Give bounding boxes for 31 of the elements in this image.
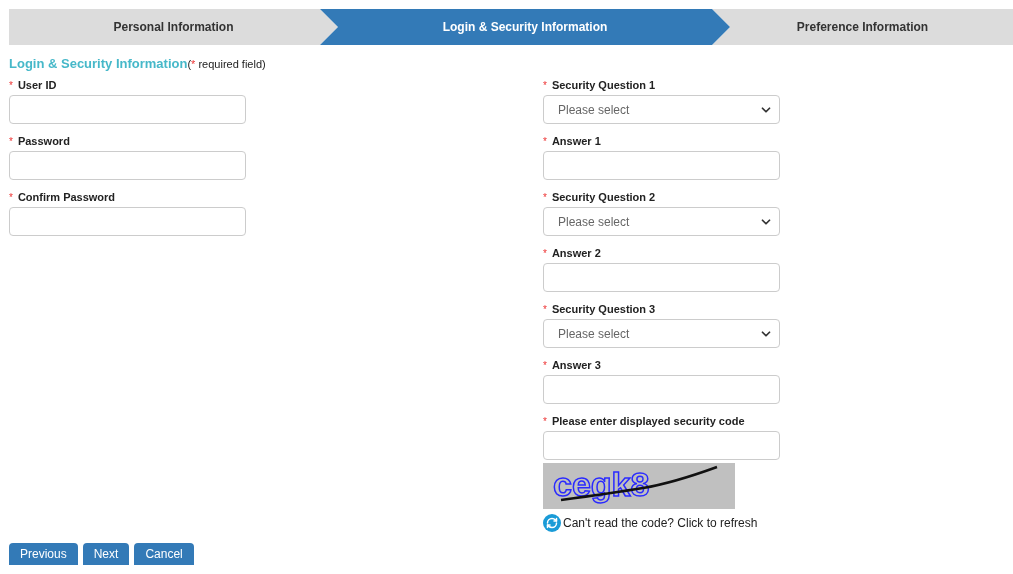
- input-field[interactable]: [9, 151, 246, 180]
- step-tab[interactable]: Preference Information: [712, 9, 1013, 45]
- field-label: * Answer 1: [543, 134, 602, 149]
- input-field[interactable]: [543, 375, 780, 404]
- input-field[interactable]: [9, 207, 246, 236]
- captcha-image: cegk8: [543, 463, 735, 509]
- input-field[interactable]: [9, 95, 246, 124]
- select-field[interactable]: Please select: [543, 207, 780, 236]
- field-label: * User ID: [9, 78, 58, 93]
- form-button[interactable]: Previous: [9, 543, 78, 565]
- required-note: (* required field): [187, 58, 266, 70]
- field-label: * Answer 2: [543, 246, 602, 261]
- form-button[interactable]: Cancel: [134, 543, 194, 565]
- step-tab[interactable]: Personal Information: [9, 9, 338, 45]
- field-label: * Confirm Password: [9, 190, 117, 205]
- field-label: * Security Question 3: [543, 302, 657, 317]
- field-label: * Answer 3: [543, 358, 602, 373]
- form-button[interactable]: Next: [82, 543, 130, 565]
- input-field[interactable]: [543, 263, 780, 292]
- input-field[interactable]: [543, 151, 780, 180]
- refresh-icon[interactable]: [543, 514, 561, 532]
- field-label: * Please enter displayed security code: [543, 414, 746, 429]
- select-field[interactable]: Please select: [543, 319, 780, 348]
- select-field[interactable]: Please select: [543, 95, 780, 124]
- field-label: * Password: [9, 134, 71, 149]
- field-label: * Security Question 1: [543, 78, 657, 93]
- refresh-link[interactable]: Can't read the code? Click to refresh: [563, 516, 758, 530]
- step-tab[interactable]: Login & Security Information: [320, 9, 730, 45]
- section-title: Login & Security Information: [9, 56, 188, 71]
- input-field[interactable]: [543, 431, 780, 460]
- field-label: * Security Question 2: [543, 190, 657, 205]
